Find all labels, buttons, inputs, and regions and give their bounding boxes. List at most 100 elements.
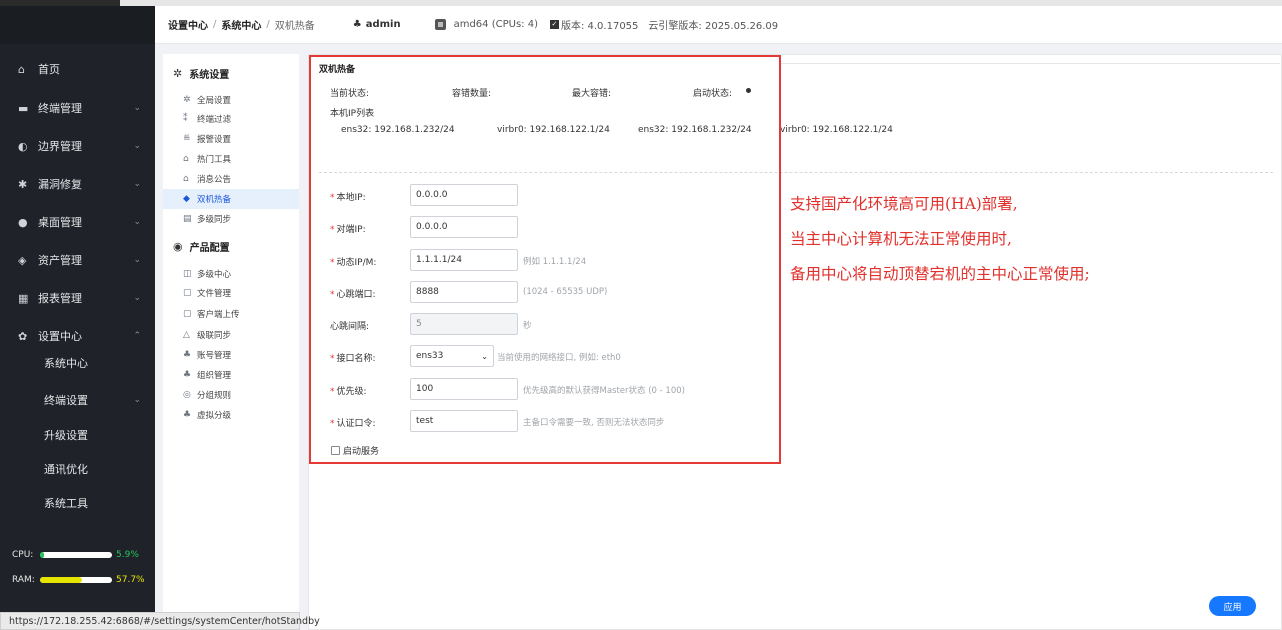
- heartbeat-interval-label-text: 心跳间隔:: [330, 322, 370, 332]
- menu-item-file-management[interactable]: ▢ 文件管理: [163, 283, 299, 303]
- status-max-fault-label: 最大容错:: [572, 89, 612, 99]
- breadcrumb-separator: /: [213, 19, 217, 30]
- ip-list-item: virbr0: 192.168.122.1/24: [497, 125, 610, 135]
- users-icon: ♣: [183, 350, 192, 360]
- menu-item-label: 全局设置: [197, 96, 232, 106]
- chevron-down-icon: ⌄: [133, 179, 141, 189]
- chevron-down-icon: ⌄: [133, 293, 141, 303]
- required-mark: *: [330, 225, 335, 235]
- sidebar-sub-comm-optimize[interactable]: 通讯优化: [0, 452, 155, 486]
- status-url: https://172.18.255.42:6868/#/settings/sy…: [0, 612, 320, 630]
- sidebar-item-desktop[interactable]: ● 桌面管理 ⌄: [0, 204, 155, 240]
- start-service-label: 启动服务: [343, 447, 380, 457]
- alarm-icon: ≝: [183, 134, 191, 144]
- user-menu[interactable]: ♣ admin: [353, 19, 401, 30]
- apply-button[interactable]: 应用: [1209, 596, 1256, 616]
- menu-item-grouping-rules[interactable]: ◎ 分组规则: [163, 385, 299, 405]
- priority-input[interactable]: [410, 378, 518, 400]
- required-mark: *: [330, 193, 335, 203]
- version-text: 版本: 4.0.17055: [560, 21, 639, 32]
- sidebar-item-label: 资产管理: [38, 254, 82, 267]
- menu-item-label: 级联同步: [197, 331, 232, 341]
- sidebar-sub-system-center[interactable]: 系统中心: [0, 346, 155, 380]
- cascade-icon: △: [183, 330, 190, 340]
- menu-item-cascade-sync[interactable]: △ 级联同步: [163, 325, 299, 345]
- cpu-bar: [40, 552, 112, 558]
- start-service-checkbox[interactable]: [331, 446, 340, 455]
- dynamic-ip-input[interactable]: [410, 249, 518, 271]
- ip-list-title: 本机IP列表: [330, 109, 375, 119]
- required-mark: *: [330, 258, 335, 268]
- status-fault-count-label: 容错数量:: [452, 89, 492, 99]
- start-service-row[interactable]: 启动服务: [331, 444, 379, 457]
- system-info: amd64 (CPUs: 4) ✓ 版本: 4.0.17055 云引擎版本: 2…: [434, 17, 778, 32]
- auth-hint: 主备口令需要一致, 否则无法状态同步: [523, 418, 665, 428]
- menu-item-hot-tools[interactable]: ⌂ 热门工具: [163, 149, 299, 169]
- menu-item-label: 虚拟分级: [197, 411, 232, 421]
- interface-label: * 接口名称:: [330, 351, 376, 364]
- dynamic-ip-hint: 例如 1.1.1.1/24: [523, 257, 587, 267]
- sync-icon: ▤: [183, 214, 192, 224]
- menu-item-client-upload[interactable]: ▢ 客户端上传: [163, 304, 299, 324]
- ram-bar: [40, 577, 112, 583]
- breadcrumb-item[interactable]: 设置中心: [168, 17, 208, 32]
- cpu-value: 5.9%: [116, 550, 139, 560]
- sidebar-sub-system-tools[interactable]: 系统工具: [0, 486, 155, 520]
- menu-item-hot-standby[interactable]: ◆ 双机热备: [163, 189, 299, 209]
- username: admin: [365, 19, 401, 30]
- menu-group-product-config: ◉ 产品配置: [173, 239, 230, 254]
- sidebar-item-asset[interactable]: ◈ 资产管理 ⌄: [0, 242, 155, 278]
- menu-item-label: 分组规则: [197, 391, 232, 401]
- cpu-chip-icon: [434, 19, 446, 30]
- menu-item-global-settings[interactable]: ✲ 全局设置: [163, 90, 299, 110]
- sidebar-sub-terminal-settings[interactable]: 终端设置 ⌄: [0, 383, 155, 417]
- ip-list-item: ens32: 192.168.1.232/24: [341, 125, 455, 135]
- menu-item-label: 账号管理: [197, 351, 232, 361]
- top-header: 设置中心 / 系统中心 / 双机热备 ♣ admin amd64 (CPUs: …: [155, 6, 1282, 44]
- local-ip-input[interactable]: [410, 184, 518, 206]
- menu-item-label: 消息公告: [197, 175, 232, 185]
- sidebar-item-terminal[interactable]: ▬ 终端管理 ⌄: [0, 90, 155, 126]
- heartbeat-port-label: * 心跳端口:: [330, 287, 376, 300]
- chevron-down-icon: ⌄: [133, 217, 141, 227]
- cpu-label: CPU:: [12, 550, 34, 560]
- required-mark: *: [330, 419, 335, 429]
- required-mark: *: [330, 387, 335, 397]
- menu-item-terminal-filter[interactable]: ⁑ 终端过滤: [163, 109, 299, 129]
- sidebar-item-label: 边界管理: [38, 140, 82, 153]
- sidebar-sub-label: 系统中心: [44, 357, 88, 370]
- heartbeat-port-input[interactable]: [410, 281, 518, 303]
- check-icon: ✓: [549, 20, 559, 29]
- status-startup-label: 启动状态:: [693, 89, 733, 99]
- menu-item-alarm-settings[interactable]: ≝ 报警设置: [163, 129, 299, 149]
- rules-icon: ◎: [183, 390, 191, 400]
- asset-icon: ◈: [18, 253, 27, 267]
- bug-fix-icon: ✱: [18, 177, 28, 191]
- menu-item-account-management[interactable]: ♣ 账号管理: [163, 345, 299, 365]
- menu-item-multi-sync[interactable]: ▤ 多级同步: [163, 209, 299, 229]
- breadcrumb: 设置中心 / 系统中心 / 双机热备: [168, 17, 315, 32]
- breadcrumb-item[interactable]: 系统中心: [221, 17, 261, 32]
- sidebar-item-label: 报表管理: [38, 292, 82, 305]
- sidebar-item-report[interactable]: ▦ 报表管理 ⌄: [0, 280, 155, 316]
- menu-item-org-management[interactable]: ♣ 组织管理: [163, 365, 299, 385]
- ram-bar-fill: [40, 577, 82, 583]
- sidebar-item-home[interactable]: ⌂ 首页: [0, 51, 155, 87]
- menu-item-announcements[interactable]: ⌂ 消息公告: [163, 169, 299, 189]
- auth-input[interactable]: [410, 410, 518, 432]
- file-icon: ▢: [183, 288, 192, 298]
- menu-group-label: 产品配置: [189, 243, 230, 254]
- gear-icon: ✿: [18, 329, 28, 343]
- menu-item-multi-center[interactable]: ◫ 多级中心: [163, 264, 299, 284]
- annotation-line: 备用中心将自动顶替宕机的主中心正常使用;: [790, 265, 1090, 283]
- interface-label-text: 接口名称:: [336, 354, 376, 364]
- peer-ip-input[interactable]: [410, 216, 518, 238]
- interface-select[interactable]: ens33 ⌄: [410, 345, 494, 367]
- sidebar-item-label: 首页: [38, 63, 60, 76]
- sidebar-item-boundary[interactable]: ◐ 边界管理 ⌄: [0, 128, 155, 164]
- sidebar-sub-upgrade-settings[interactable]: 升级设置: [0, 418, 155, 452]
- priority-label: * 优先级:: [330, 384, 367, 397]
- cpu-bar-fill: [40, 552, 45, 558]
- sidebar-item-vuln[interactable]: ✱ 漏洞修复 ⌄: [0, 166, 155, 202]
- menu-item-virtual-grading[interactable]: ♣ 虚拟分级: [163, 405, 299, 425]
